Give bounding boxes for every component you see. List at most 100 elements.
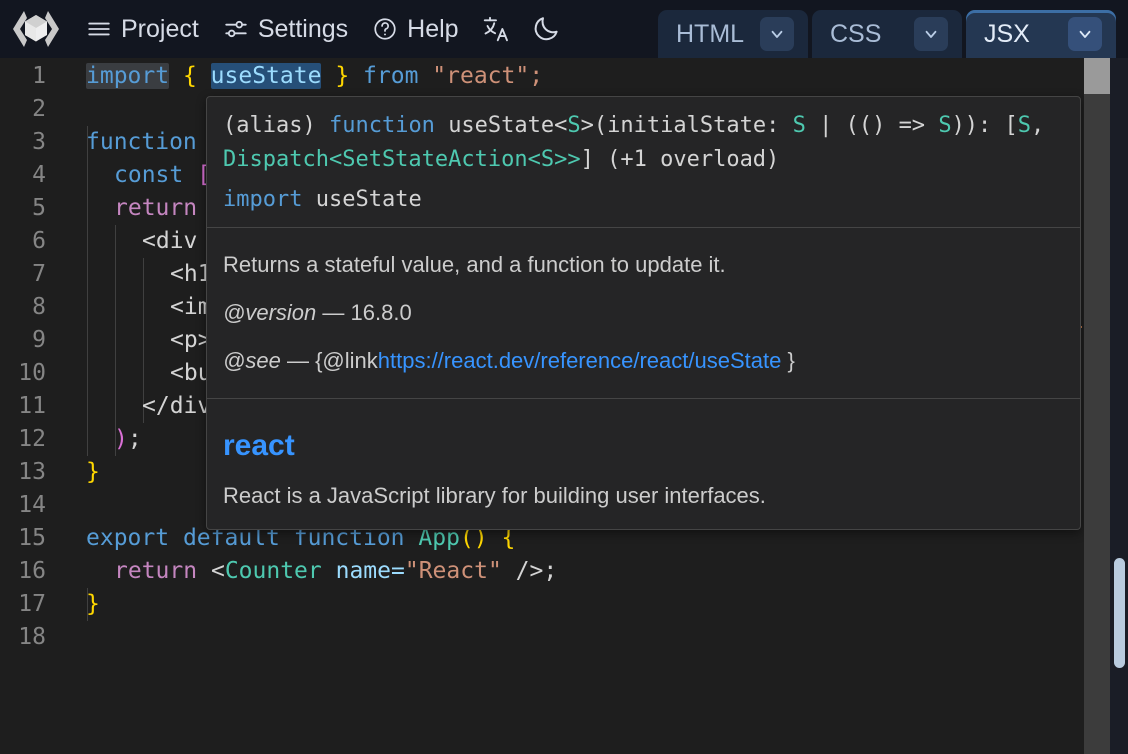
translate-icon[interactable]	[475, 8, 517, 50]
menu-item-project[interactable]: Project	[74, 7, 211, 51]
tooltip-import-kw: import	[223, 187, 302, 212]
link-skypack[interactable]: Skypack	[307, 529, 390, 530]
tooltip-see-suffix: }	[787, 348, 794, 373]
sliders-icon	[223, 16, 249, 42]
hamburger-icon	[86, 16, 112, 42]
token-import: import	[86, 63, 169, 89]
line-number: 6	[0, 225, 46, 258]
line-number: 14	[0, 489, 46, 522]
code-line-17[interactable]: }	[86, 588, 100, 621]
code-line-16[interactable]: return <Counter name="React" />;	[86, 555, 557, 588]
token-closing-brace: }	[86, 591, 100, 617]
line-number-gutter: 1 2 3 4 5 6 7 8 9 10 11 12 13 14 15 16 1…	[0, 58, 62, 754]
signature-overload: ] (+1 overload)	[581, 147, 780, 172]
token-closing-brace: }	[86, 459, 100, 485]
code-editor-app: Project Settings	[0, 0, 1128, 754]
tab-css[interactable]: CSS	[812, 10, 962, 58]
token-function: function	[86, 129, 197, 155]
tooltip-import-name: useState	[316, 187, 422, 212]
line-number: 7	[0, 258, 46, 291]
vertical-scrollbar-thumb[interactable]	[1114, 558, 1125, 668]
token-brace-close: }	[335, 63, 349, 89]
line-number: 4	[0, 159, 46, 192]
vertical-scrollbar-track[interactable]	[1110, 58, 1128, 754]
chevron-down-icon[interactable]	[914, 17, 948, 51]
question-circle-icon	[372, 16, 398, 42]
tooltip-see-row: @see — {@linkhttps://react.dev/reference…	[223, 346, 1064, 376]
token-usestate[interactable]: useState	[211, 63, 322, 89]
code-line-1[interactable]: import { useState } from "react";	[86, 60, 543, 93]
token-module: "react";	[432, 63, 543, 89]
line-number: 2	[0, 93, 46, 126]
tooltip-signature: (alias) function useState<S>(initialStat…	[207, 97, 1080, 183]
line-number: 13	[0, 456, 46, 489]
tab-label-jsx: JSX	[984, 20, 1030, 49]
line-number: 9	[0, 324, 46, 357]
code-line-13[interactable]: }	[86, 456, 100, 489]
code-line-8[interactable]: <im	[86, 291, 212, 324]
menu-item-help[interactable]: Help	[360, 7, 470, 51]
tooltip-version-tag: @version	[223, 300, 316, 325]
tab-label-css: CSS	[830, 20, 881, 49]
link-jsdelivr[interactable]: jsDelivr	[406, 529, 478, 530]
link-snyk[interactable]: Snyk	[573, 529, 622, 530]
menu-label-settings: Settings	[258, 15, 348, 44]
link-separator: |	[622, 529, 638, 530]
signature-tail: )): [	[952, 113, 1018, 138]
editor-minimap[interactable]	[1084, 58, 1110, 754]
minimap-viewport-slider[interactable]	[1084, 58, 1110, 94]
signature-alias: (alias)	[223, 113, 316, 138]
code-line-3[interactable]: function	[86, 126, 197, 159]
token-div-close: </div	[142, 393, 211, 419]
tooltip-see-url[interactable]: https://react.dev/reference/react/useSta…	[378, 348, 782, 373]
code-line-5[interactable]: return	[86, 192, 197, 225]
code-line-12[interactable]: );	[86, 423, 142, 456]
signature-name: useState	[448, 113, 554, 138]
code-line-4[interactable]: const [	[86, 159, 211, 192]
menu-item-settings[interactable]: Settings	[211, 7, 360, 51]
token-export: export	[86, 525, 169, 551]
code-line-6[interactable]: <div	[86, 225, 197, 258]
tooltip-see-dash: —	[287, 348, 309, 373]
line-number: 15	[0, 522, 46, 555]
tooltip-version-row: @version — 16.8.0	[223, 298, 1064, 328]
code-line-10[interactable]: <bu	[86, 357, 212, 390]
link-separator: |	[291, 529, 307, 530]
chevron-down-icon[interactable]	[760, 17, 794, 51]
tooltip-package-description: React is a JavaScript library for buildi…	[223, 481, 1064, 511]
hover-tooltip[interactable]: (alias) function useState<S>(initialStat…	[206, 96, 1081, 530]
code-cube-logo	[10, 7, 62, 51]
token-from: from	[363, 63, 418, 89]
tooltip-package-section: react React is a JavaScript library for …	[207, 399, 1080, 530]
link-unpkg[interactable]: Unpkg	[494, 529, 558, 530]
signature-initialstate: >(initialState:	[581, 113, 780, 138]
code-line-7[interactable]: <h1	[86, 258, 212, 291]
menu-label-project: Project	[121, 15, 199, 44]
token-return: return	[114, 558, 197, 584]
menu-label-help: Help	[407, 15, 458, 44]
tab-label-html: HTML	[676, 20, 744, 49]
tooltip-package-links: GitHub|Skypack|jsDelivr|Unpkg|Snyk|Bundl…	[223, 529, 1064, 530]
line-number: 1	[0, 60, 46, 93]
tab-html[interactable]: HTML	[658, 10, 808, 58]
link-bundlephobia[interactable]: Bundlephobia	[638, 529, 773, 530]
line-number: 3	[0, 126, 46, 159]
line-number: 17	[0, 588, 46, 621]
token-const: const	[114, 162, 197, 188]
signature-lt: <	[554, 113, 567, 138]
signature-generic-s1: S	[567, 113, 580, 138]
signature-pipe: | (() =>	[819, 113, 925, 138]
moon-icon[interactable]	[525, 8, 567, 50]
chevron-down-icon[interactable]	[1068, 17, 1102, 51]
token-div-open: <div	[142, 228, 197, 254]
code-line-11[interactable]: </div	[86, 390, 211, 423]
link-github[interactable]: GitHub	[223, 529, 291, 530]
code-line-9[interactable]: <p>	[86, 324, 212, 357]
header-menu-bar: Project Settings	[0, 0, 571, 58]
tooltip-see-tag: @see	[223, 348, 281, 373]
tab-jsx[interactable]: JSX	[966, 10, 1116, 58]
link-separator: |	[478, 529, 494, 530]
signature-dispatch: Dispatch<SetStateAction<S>>	[223, 147, 581, 172]
token-counter: Counter	[225, 558, 322, 584]
token-lt: <	[211, 558, 225, 584]
